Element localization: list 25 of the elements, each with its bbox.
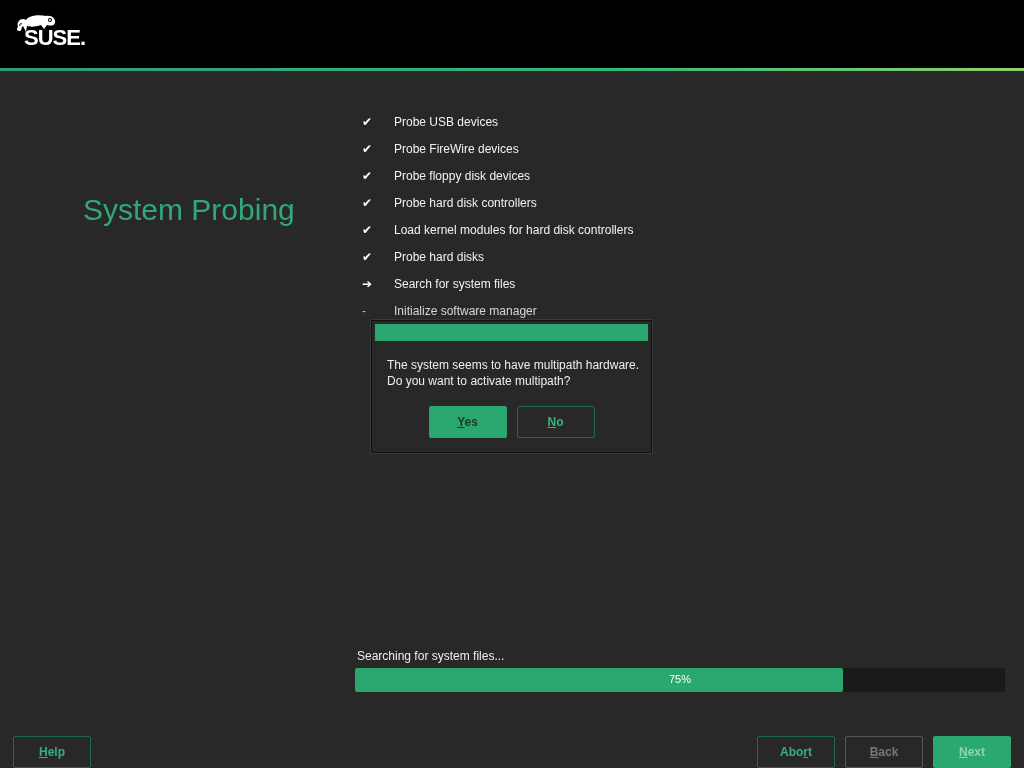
status-mark: ✔ bbox=[362, 142, 373, 156]
dialog-message: The system seems to have multipath hardware. Do you want to activate multipath? bbox=[387, 357, 641, 389]
button[interactable]: Help bbox=[13, 736, 91, 768]
step-label: Initialize software manager bbox=[394, 304, 537, 318]
status-mark: ✔ bbox=[362, 223, 373, 237]
status-mark: ✔ bbox=[362, 196, 373, 210]
progress-reading: 75% bbox=[668, 673, 692, 685]
progress-label: Searching for system files... bbox=[357, 649, 506, 663]
step-label: Probe hard disk controllers bbox=[394, 196, 537, 210]
step-label: Probe floppy disk devices bbox=[394, 169, 531, 183]
step-label: Probe hard disks bbox=[394, 250, 485, 264]
logo-text: SUSE. bbox=[24, 27, 86, 49]
button[interactable]: Yes bbox=[428, 406, 507, 438]
step-label: Probe USB devices bbox=[394, 115, 499, 129]
button[interactable]: No bbox=[516, 406, 595, 438]
status-mark: ✔ bbox=[362, 169, 373, 183]
step-label: Probe FireWire devices bbox=[394, 142, 519, 156]
status-mark: ✔ bbox=[362, 250, 373, 264]
status-mark: ✔ bbox=[362, 115, 373, 129]
step-label: Load kernel modules for hard disk controllers bbox=[394, 223, 634, 237]
status-mark: ➔ bbox=[362, 277, 373, 291]
status-mark: - bbox=[362, 304, 367, 318]
step-label: Search for system files bbox=[394, 277, 516, 291]
button[interactable]: Abort bbox=[757, 736, 835, 768]
page-title: System Probing bbox=[83, 193, 296, 227]
